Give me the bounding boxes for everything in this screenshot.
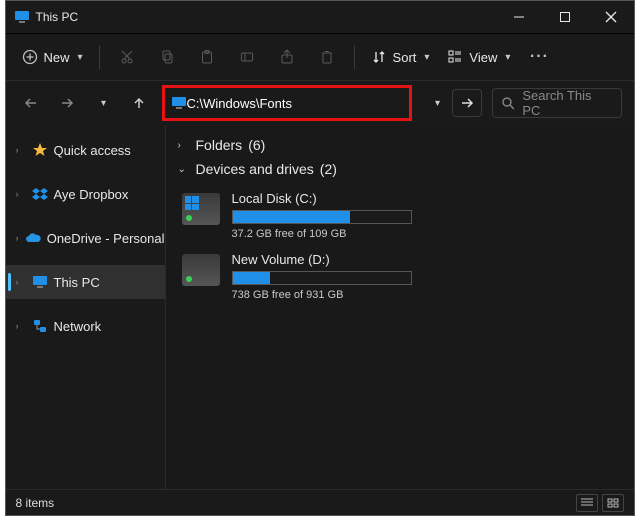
details-view-button[interactable] [576, 494, 598, 512]
drive-usage-bar [232, 271, 412, 285]
search-box[interactable]: Search This PC [492, 88, 622, 118]
minimize-button[interactable] [496, 1, 542, 33]
chevron-right-icon: › [16, 321, 26, 331]
this-pc-icon [32, 274, 48, 290]
network-icon [32, 318, 48, 334]
navigation-row: ▾ ▾ Search This PC [6, 81, 634, 125]
group-devices[interactable]: ⌄ Devices and drives (2) [178, 161, 622, 177]
maximize-button[interactable] [542, 1, 588, 33]
chevron-down-icon: ▾ [424, 52, 429, 63]
new-label: New [44, 50, 70, 65]
close-button[interactable] [588, 1, 634, 33]
sidebar-label: Aye Dropbox [54, 187, 129, 202]
back-button[interactable] [18, 90, 44, 116]
toolbar: New ▾ Sort ▾ View ▾ [6, 33, 634, 81]
dropbox-icon [32, 186, 48, 202]
drive-free-text: 738 GB free of 931 GB [232, 289, 434, 301]
sort-button[interactable]: Sort ▾ [365, 40, 436, 74]
drive-free-text: 37.2 GB free of 109 GB [232, 228, 434, 240]
drive-item[interactable]: New Volume (D:) 738 GB free of 931 GB [178, 246, 438, 307]
sort-label: Sort [393, 50, 417, 65]
sidebar-item-onedrive[interactable]: › OneDrive - Personal [6, 221, 165, 255]
group-label: Devices and drives [196, 161, 314, 177]
rename-button[interactable] [230, 40, 264, 74]
chevron-right-icon: › [16, 189, 26, 199]
sidebar-item-network[interactable]: › Network [6, 309, 165, 343]
delete-button[interactable] [310, 40, 344, 74]
drive-name: Local Disk (C:) [232, 191, 434, 206]
drive-item[interactable]: Local Disk (C:) 37.2 GB free of 109 GB [178, 185, 438, 246]
recent-locations-button[interactable]: ▾ [90, 90, 116, 116]
search-icon [501, 96, 515, 110]
status-bar: 8 items [6, 489, 634, 515]
group-folders[interactable]: › Folders (6) [178, 137, 622, 153]
copy-button[interactable] [150, 40, 184, 74]
more-button[interactable]: ··· [522, 40, 556, 74]
cloud-icon [25, 230, 41, 246]
group-label: Folders [196, 137, 243, 153]
sidebar-item-this-pc[interactable]: › This PC [6, 265, 165, 299]
up-button[interactable] [126, 90, 152, 116]
chevron-down-icon: ▾ [78, 52, 83, 63]
group-count: (2) [320, 161, 337, 177]
view-label: View [469, 50, 497, 65]
address-history-button[interactable]: ▾ [422, 89, 452, 117]
drive-usage-bar [232, 210, 412, 224]
star-icon [32, 142, 48, 158]
content-pane: › Folders (6) ⌄ Devices and drives (2) L… [166, 125, 634, 489]
drive-name: New Volume (D:) [232, 252, 434, 267]
new-button[interactable]: New ▾ [16, 40, 89, 74]
address-input[interactable] [187, 96, 405, 111]
chevron-right-icon: › [178, 140, 190, 151]
titlebar: This PC [6, 1, 634, 33]
cut-button[interactable] [110, 40, 144, 74]
sidebar-label: Quick access [54, 143, 131, 158]
status-item-count: 8 items [16, 496, 55, 510]
chevron-right-icon: › [16, 145, 26, 155]
sidebar-label: Network [54, 319, 102, 334]
navigation-pane: › Quick access › Aye Dropbox › [6, 125, 166, 489]
window-title: This PC [36, 10, 79, 24]
chevron-down-icon: ⌄ [178, 164, 190, 175]
tiles-view-button[interactable] [602, 494, 624, 512]
search-placeholder: Search This PC [522, 88, 612, 118]
sidebar-item-dropbox[interactable]: › Aye Dropbox [6, 177, 165, 211]
drive-icon [182, 254, 220, 286]
drive-icon [182, 193, 220, 225]
share-button[interactable] [270, 40, 304, 74]
go-button[interactable] [452, 89, 482, 117]
chevron-right-icon: › [16, 233, 19, 243]
separator [354, 45, 355, 69]
sidebar-item-quick-access[interactable]: › Quick access [6, 133, 165, 167]
sidebar-label: This PC [54, 275, 100, 290]
file-explorer-window: This PC New ▾ [5, 0, 635, 516]
group-count: (6) [248, 137, 265, 153]
chevron-down-icon: ▾ [505, 52, 510, 63]
address-bar[interactable] [162, 85, 412, 121]
chevron-right-icon: › [16, 277, 26, 287]
this-pc-icon [14, 9, 30, 25]
forward-button[interactable] [54, 90, 80, 116]
paste-button[interactable] [190, 40, 224, 74]
sidebar-label: OneDrive - Personal [47, 231, 165, 246]
separator [99, 45, 100, 69]
view-button[interactable]: View ▾ [441, 40, 516, 74]
this-pc-icon [171, 95, 187, 111]
